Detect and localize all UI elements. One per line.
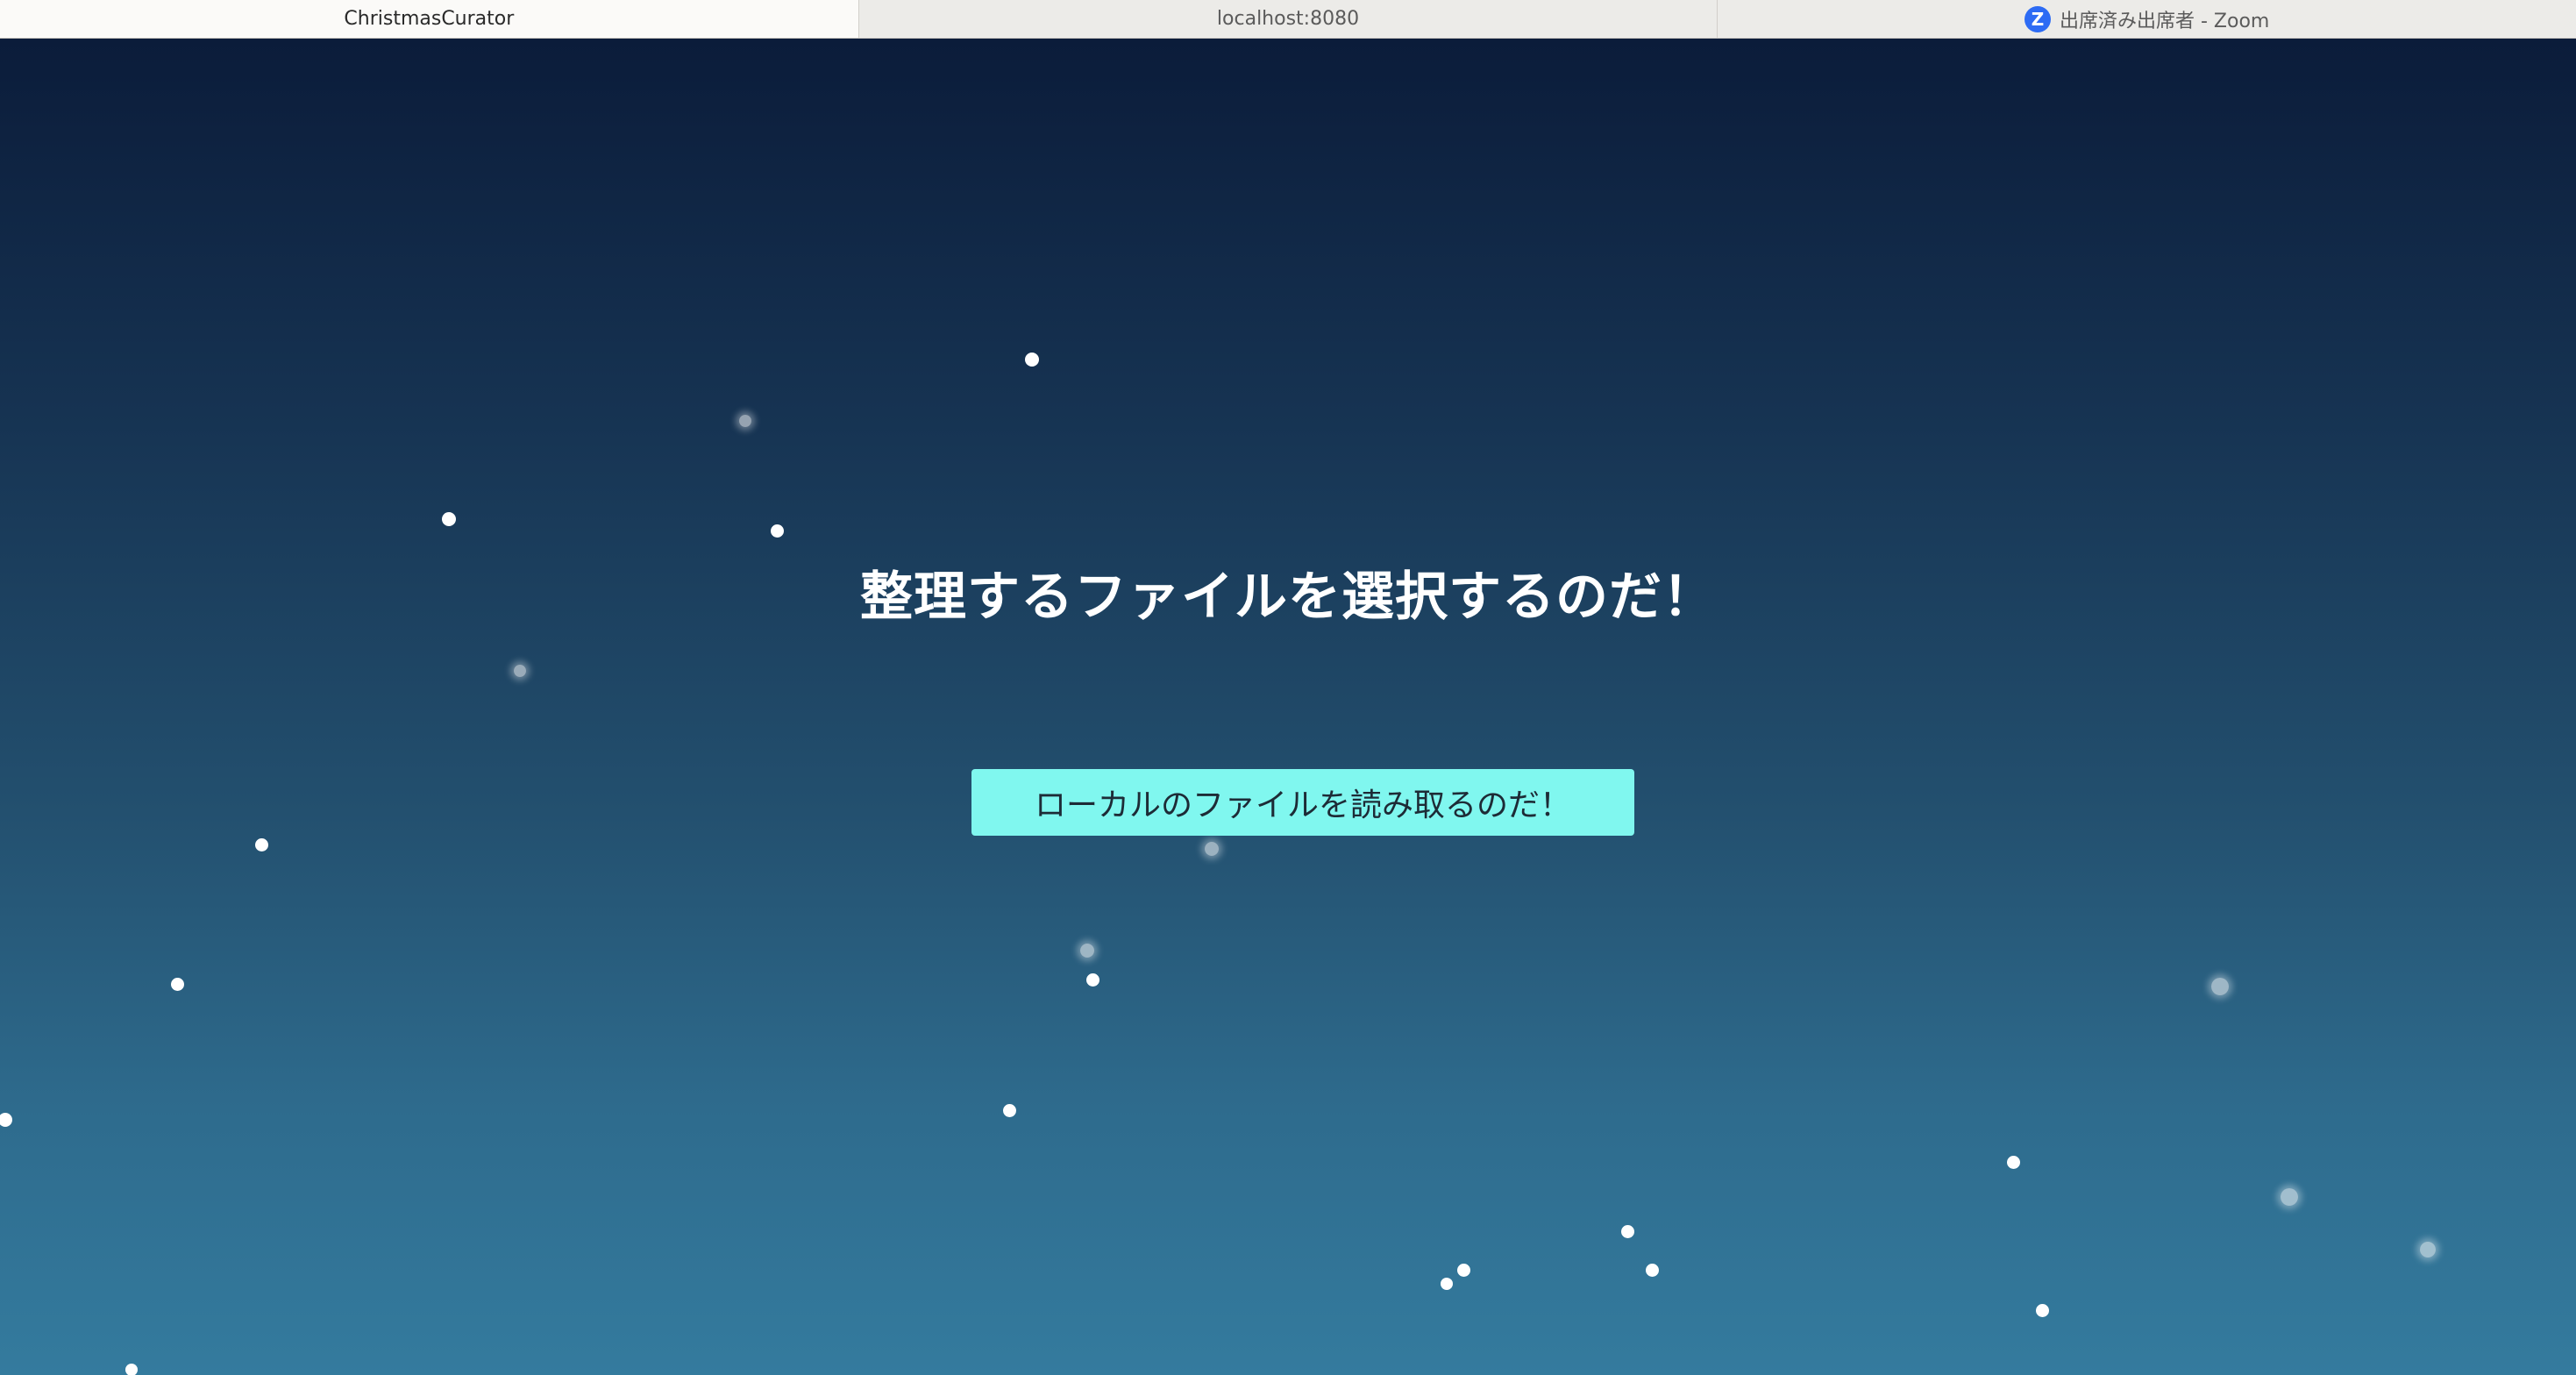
tab-label: ChristmasCurator [344, 8, 515, 30]
tab-label: 出席済み出席者 - Zoom [2060, 10, 2270, 32]
snowflake [1457, 1264, 1470, 1277]
snowflake [1080, 944, 1094, 958]
snowflake [2036, 1304, 2049, 1317]
snowflake [1621, 1225, 1634, 1238]
snowflake [1025, 353, 1039, 367]
tab-label: localhost:8080 [1216, 8, 1360, 30]
snow-background: 整理するファイルを選択するのだ！ ローカルのファイルを読み取るのだ！ [0, 39, 2576, 1375]
snowflake [771, 524, 784, 538]
tab-zoom[interactable]: Z 出席済み出席者 - Zoom [1718, 0, 2576, 38]
tab-localhost[interactable]: localhost:8080 [859, 0, 1719, 38]
snowflake [171, 978, 184, 991]
snowflake [2211, 978, 2229, 995]
snowflake [1441, 1278, 1453, 1290]
snowflake [1205, 842, 1219, 856]
snowflake [255, 838, 268, 851]
snowflake [2281, 1188, 2298, 1206]
snowflake [1086, 973, 1099, 987]
snowflake [125, 1364, 138, 1375]
snowflake [2420, 1242, 2436, 1257]
snowflake [0, 1113, 12, 1127]
page-title: 整理するファイルを選択するのだ！ [860, 566, 1716, 628]
snowflake [2007, 1156, 2020, 1169]
snowflake [514, 665, 526, 677]
browser-tab-bar: ChristmasCurator localhost:8080 Z 出席済み出席… [0, 0, 2576, 39]
read-local-file-button[interactable]: ローカルのファイルを読み取るのだ！ [971, 769, 1634, 836]
tab-christmas-curator[interactable]: ChristmasCurator [0, 0, 859, 38]
snowflake [1646, 1264, 1659, 1277]
zoom-icon: Z [2025, 5, 2051, 32]
snowflake [442, 512, 456, 526]
snowflake [1003, 1104, 1016, 1117]
snowflake [739, 415, 751, 427]
